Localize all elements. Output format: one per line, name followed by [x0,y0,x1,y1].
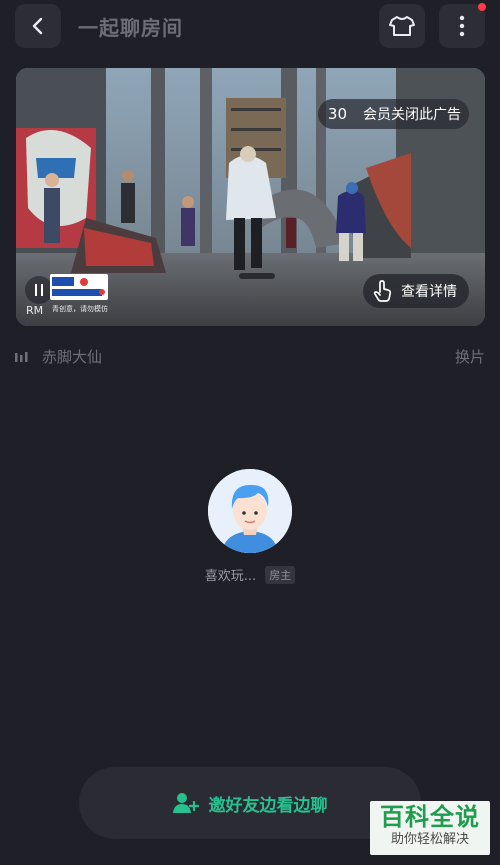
music-row: 赤脚大仙 换片 [15,344,485,368]
top-bar: 一起聊房间 [0,0,500,56]
rm-label: RM [26,304,44,317]
more-options-button[interactable] [439,3,486,48]
ad-countdown: 30 [327,105,347,123]
page-title: 一起聊房间 [78,16,183,40]
watermark-title: 百科全说 [380,803,480,831]
invite-friends-label: 邀好友边看边聊 [208,795,328,816]
song-name: 赤脚大仙 [42,348,103,366]
host-badge: 房主 [265,565,296,584]
host-info: 喜欢玩... 房主 [0,565,500,584]
video-player[interactable]: 30 会员关闭此广告 RM 青创意，请勿模仿 查看详情 [16,68,485,326]
hand-pointer-icon [373,280,392,302]
pause-button[interactable] [25,276,53,304]
more-vertical-icon [459,15,465,37]
host-name: 喜欢玩... [204,569,257,584]
ad-close-pill[interactable]: 30 会员关闭此广告 [317,99,469,129]
view-details-button[interactable]: 查看详情 [363,274,469,308]
avatar-illustration [208,469,292,553]
ad-close-text: 会员关闭此广告 [363,107,461,123]
add-user-icon [172,793,199,813]
chevron-left-icon [32,17,43,35]
view-details-label: 查看详情 [401,284,457,300]
back-button[interactable] [15,4,61,48]
tshirt-icon [389,16,415,36]
watermark-subtitle: 助你轻松解决 [390,832,469,847]
outfit-button[interactable] [379,4,425,48]
host-avatar[interactable] [208,469,292,553]
switch-video-button[interactable]: 换片 [455,346,485,367]
brand-logo [50,274,108,300]
watermark: 百科全说 助你轻松解决 [370,801,490,855]
equalizer-icon [15,352,28,362]
notification-dot [478,3,486,11]
brand-caption: 青创意，请勿模仿 [52,305,108,313]
